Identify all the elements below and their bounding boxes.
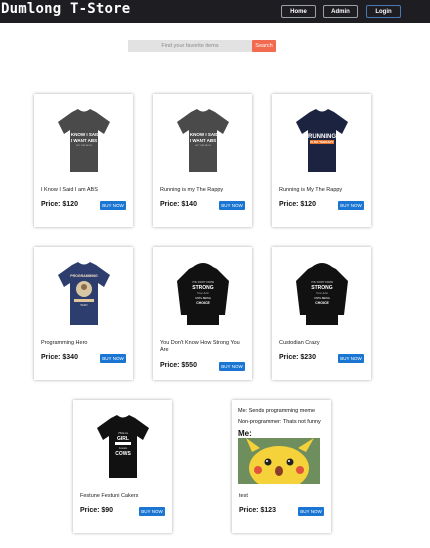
svg-text:I KNOW I SAID: I KNOW I SAID [187, 132, 219, 137]
svg-text:RUNNING: RUNNING [308, 134, 336, 140]
navbar: Dumlong T-Store Home Admin Login [0, 0, 430, 23]
product-card: I KNOW I SAID I WANT ABS NOT THIS MUCH R… [153, 94, 252, 227]
meme-line-2: Non-programmer: Thats not funny [238, 419, 321, 425]
product-name: Programming Hero [41, 340, 88, 346]
hoodie-icon: YOU DON'T KNOW STRONG You Are UNTIL BEIN… [177, 263, 229, 325]
product-name: Running is my The Rappy [160, 187, 224, 193]
product-card: This is GIRL loves COWS Festune Festuni … [73, 400, 172, 533]
svg-text:COWS: COWS [115, 451, 131, 457]
tshirt-image[interactable]: PROGRAMMING HERO [54, 259, 114, 329]
search-button[interactable]: Search [252, 40, 276, 52]
product-card: PROGRAMMING HERO Programming Hero Price:… [34, 247, 133, 380]
product-price: Price: $90 [80, 507, 114, 514]
svg-text:You Are: You Are [316, 291, 328, 295]
product-name: Custodian Crazy [279, 340, 320, 346]
buy-now-button[interactable]: BUY NOW [100, 201, 126, 210]
svg-text:YOU DON'T KNOW: YOU DON'T KNOW [311, 281, 334, 284]
product-price: Price: $123 [239, 507, 276, 514]
svg-text:IS MY THERAPY: IS MY THERAPY [310, 140, 333, 144]
product-card: Me: Sends programming meme Non-programme… [232, 400, 331, 533]
tshirt-icon: This is GIRL loves COWS [97, 415, 149, 478]
product-card: I KNOW I SAID I WANT ABS NOT THIS MUCH I… [34, 94, 133, 227]
buy-now-button[interactable]: BUY NOW [139, 507, 165, 516]
product-price: Price: $120 [279, 201, 316, 208]
nav-login-button[interactable]: Login [366, 5, 401, 18]
product-price: Price: $230 [279, 354, 316, 361]
svg-text:UNTIL BEING: UNTIL BEING [195, 297, 211, 300]
product-name: You Don't Know How Strong You Are [160, 340, 240, 353]
svg-text:You Are: You Are [197, 291, 209, 295]
nav-admin-button[interactable]: Admin [323, 5, 358, 18]
buy-now-button[interactable]: BUY NOW [338, 201, 364, 210]
search-input[interactable] [128, 40, 252, 52]
product-price: Price: $340 [41, 354, 78, 361]
tshirt-image[interactable]: I KNOW I SAID I WANT ABS NOT THIS MUCH [173, 106, 233, 176]
product-card: RUNNING IS MY THERAPY Running is My The … [272, 94, 371, 227]
svg-text:NOT THIS MUCH: NOT THIS MUCH [76, 145, 92, 147]
svg-text:I WANT ABS: I WANT ABS [190, 138, 216, 143]
tshirt-image[interactable]: I KNOW I SAID I WANT ABS NOT THIS MUCH [54, 106, 114, 176]
hoodie-icon: YOU DON'T KNOW STRONG You Are UNTIL BEIN… [296, 263, 348, 325]
pikachu-image [238, 438, 320, 484]
nav-home-button[interactable]: Home [281, 5, 316, 18]
svg-text:This is: This is [118, 431, 128, 435]
svg-text:NOT THIS MUCH: NOT THIS MUCH [195, 145, 211, 147]
product-name: Running is My The Rappy [279, 187, 343, 193]
svg-text:I KNOW I SAID: I KNOW I SAID [68, 132, 100, 137]
svg-text:loves: loves [119, 446, 127, 450]
product-name: Festune Festuni Cakers [80, 493, 139, 499]
svg-text:UNTIL BEING: UNTIL BEING [314, 297, 330, 300]
meme-line-3: Me: [238, 429, 252, 438]
brand-logo[interactable]: Dumlong T-Store [1, 1, 130, 17]
tshirt-image[interactable]: This is GIRL loves COWS [93, 412, 153, 482]
tshirt-icon: RUNNING IS MY THERAPY [296, 109, 348, 172]
buy-now-button[interactable]: BUY NOW [219, 201, 245, 210]
product-card: YOU DON'T KNOW STRONG You Are UNTIL BEIN… [153, 247, 252, 380]
tshirt-icon: I KNOW I SAID I WANT ABS NOT THIS MUCH [177, 109, 229, 172]
meme-image[interactable]: Me: Sends programming meme Non-programme… [238, 408, 328, 484]
buy-now-button[interactable]: BUY NOW [338, 354, 364, 363]
svg-text:GIRL: GIRL [117, 436, 129, 442]
product-price: Price: $140 [160, 201, 197, 208]
svg-text:CHOICE: CHOICE [315, 301, 329, 305]
buy-now-button[interactable]: BUY NOW [298, 507, 324, 516]
product-price: Price: $550 [160, 362, 197, 369]
tshirt-image[interactable]: RUNNING IS MY THERAPY [292, 106, 352, 176]
product-card: YOU DON'T KNOW STRONG You Are UNTIL BEIN… [272, 247, 371, 380]
svg-text:YOU DON'T KNOW: YOU DON'T KNOW [192, 281, 215, 284]
product-name: test [239, 493, 248, 499]
svg-text:CHOICE: CHOICE [196, 301, 210, 305]
product-price: Price: $120 [41, 201, 78, 208]
tshirt-icon: PROGRAMMING HERO [58, 262, 110, 325]
hoodie-image[interactable]: YOU DON'T KNOW STRONG You Are UNTIL BEIN… [292, 259, 352, 329]
buy-now-button[interactable]: BUY NOW [100, 354, 126, 363]
product-name: I Know I Said I am ABS [41, 187, 98, 193]
buy-now-button[interactable]: BUY NOW [219, 362, 245, 371]
svg-text:HERO: HERO [80, 304, 87, 307]
pikachu-icon [238, 438, 320, 484]
tshirt-icon: I KNOW I SAID I WANT ABS NOT THIS MUCH [58, 109, 110, 172]
hoodie-image[interactable]: YOU DON'T KNOW STRONG You Are UNTIL BEIN… [173, 259, 233, 329]
meme-line-1: Me: Sends programming meme [238, 408, 316, 414]
svg-text:I WANT ABS: I WANT ABS [71, 138, 97, 143]
svg-text:PROGRAMMING: PROGRAMMING [70, 274, 98, 278]
